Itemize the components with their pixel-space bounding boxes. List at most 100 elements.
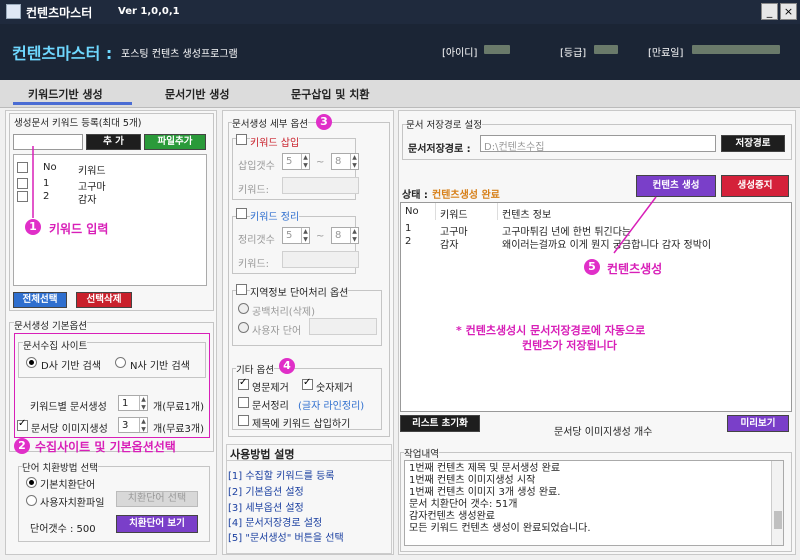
site-d-radio[interactable] [26,357,37,368]
keyword-row-checkbox[interactable] [17,191,28,202]
arrange-from-stepper[interactable]: 5 ▲ ▼ [282,227,310,244]
arrange-count-label: 정리갯수 [238,235,275,246]
close-button[interactable]: × [780,3,797,20]
delete-selected-button[interactable]: 선택삭제 [76,292,132,308]
save-path-label: 문서저장경로 : [408,144,471,155]
keyword-insert-checkbox[interactable] [236,134,247,145]
insert-keyword-input[interactable] [282,177,359,194]
annotation-number: 1 [25,219,41,235]
content-col-info: 컨텐츠 정보 [502,210,552,221]
per-keyword-unit: 개(무료1개) [153,402,204,413]
keyword-select-all-checkbox[interactable] [17,162,28,173]
site-n-radio[interactable] [115,357,126,368]
annotation-create-content: 컨텐츠생성 [607,262,663,276]
annotation-basic-options: 수집사이트 및 기본옵션선택 [35,440,176,454]
per-keyword-label: 키워드별 문서생성 [30,402,107,413]
site-d-label: D사 기반 검색 [41,361,102,372]
insert-to-stepper[interactable]: 8 ▲ ▼ [331,153,359,170]
content-row-no: 1 [405,223,412,234]
content-col-keyword: 키워드 [440,210,468,221]
save-path-title: 문서 저장경로 설정 [406,117,482,131]
content-row-info: 왜이러는걸까요 이게 뭔지 궁금합니다 감자 정박이 [502,240,712,251]
insert-tilde: ~ [316,157,325,168]
region-user-radio[interactable] [238,322,249,333]
annotation-number: 3 [316,114,332,130]
log-line: 1번째 컨텐츠 이미지 3개 생성 완료. [409,487,561,498]
keyword-arrange-checkbox[interactable] [236,208,247,219]
region-checkbox[interactable] [236,284,247,295]
create-content-button[interactable]: 컨텐츠 생성 [636,175,716,197]
content-row-no: 2 [405,236,412,247]
preview-button[interactable]: 미리보기 [727,415,789,432]
per-keyword-stepper[interactable]: 1 ▲ ▼ [118,395,148,411]
insert-from-stepper[interactable]: 5 ▲ ▼ [282,153,310,170]
keyword-list[interactable] [13,154,207,286]
title-keyword-label: 제목에 키워드 삽입하기 [252,419,351,430]
log-textarea[interactable]: 1번째 컨텐츠 제목 및 문서생성 완료 1번째 컨텐츠 이미지생성 시작 1번… [404,460,784,546]
log-title: 작업내역 [404,446,439,460]
title-keyword-checkbox[interactable] [238,415,249,426]
keyword-row-no: 1 [43,178,50,189]
image-count-unit: 개(무료3개) [153,424,204,435]
auto-save-note-1: * 컨텐츠생성시 문서저장경로에 자동으로 [456,324,646,337]
region-user-label: 사용자 단어 [252,326,302,337]
list-reset-button[interactable]: 리스트 초기화 [400,415,480,432]
add-keyword-button[interactable]: 추 가 [86,134,141,150]
file-add-button[interactable]: 파일추가 [144,134,206,150]
id-label: [아이디] [442,48,478,59]
replace-file-button[interactable]: 치환단어 선택 [116,491,198,507]
content-row-keyword: 감자 [440,240,459,251]
save-path-input[interactable]: D:\컨텐츠수집 [480,135,716,153]
insert-count-label: 삽입갯수 [238,161,275,172]
doc-arrange-checkbox[interactable] [238,397,249,408]
view-replace-words-button[interactable]: 치환단어 보기 [116,515,198,533]
keyword-input[interactable] [13,134,83,150]
content-col-no: No [405,206,419,217]
minimize-button[interactable]: _ [761,3,778,20]
region-user-input[interactable] [309,318,377,335]
howto-item: [5] "문서생성" 버튼을 선택 [228,533,344,544]
replace-group-title: 단어 치환방법 선택 [22,460,98,474]
keyword-group-title: 생성문서 키워드 등록(최대 5개) [14,115,142,129]
keyword-row-checkbox[interactable] [17,178,28,189]
log-scrollbar[interactable] [771,461,783,545]
doc-arrange-label: 문서정리 [252,401,289,412]
status-label: 상태 : [402,190,428,201]
tab-insert-replace[interactable]: 문구삽입 및 치환 [291,86,370,102]
log-line: 감자컨텐츠 생성완료 [409,511,495,522]
arrange-to-stepper[interactable]: 8 ▲ ▼ [331,227,359,244]
site-group-title: 문서수집 사이트 [23,338,88,352]
app-title: 컨텐츠마스터 [26,6,93,20]
tab-document[interactable]: 문서기반 생성 [165,86,230,102]
log-scroll-thumb[interactable] [774,511,782,529]
grade-value-masked [594,45,618,54]
doc-arrange-note: (글자 라인정리) [298,401,365,412]
stop-button[interactable]: 생성중지 [721,175,789,197]
annotation-number: 4 [279,358,295,374]
keyword-col-no: No [43,162,57,173]
auto-save-note-2: 컨텐츠가 저장됩니다 [522,339,617,352]
select-all-button[interactable]: 전체선택 [13,292,67,308]
replace-user-radio[interactable] [26,495,37,506]
annotation-arrow [32,146,34,218]
remove-number-checkbox[interactable] [302,377,313,390]
tab-keyword[interactable]: 키워드기반 생성 [28,86,103,102]
replace-basic-radio[interactable] [26,477,37,488]
keyword-arrange-label: 키워드 정리 [250,208,300,223]
save-path-button[interactable]: 저장경로 [721,135,785,152]
column-divider [435,203,436,220]
region-space-label: 공백처리(삭제) [252,307,316,318]
app-version: Ver 1,0,0,1 [118,6,180,17]
region-space-radio[interactable] [238,303,249,314]
log-lines: 1번째 컨텐츠 제목 및 문서생성 완료 1번째 컨텐츠 이미지생성 시작 1번… [409,463,769,535]
image-generate-checkbox[interactable] [17,418,28,431]
arrange-keyword-input[interactable] [282,251,359,268]
expire-label: [만료일] [648,48,684,59]
keyword-insert-label: 키워드 삽입 [250,134,300,149]
remove-english-label: 영문제거 [252,383,289,394]
image-count-stepper[interactable]: 3 ▲ ▼ [118,417,148,433]
remove-english-checkbox[interactable] [238,377,249,390]
grade-label: [등급] [560,48,587,59]
log-line: 1번째 컨텐츠 이미지생성 시작 [409,475,536,486]
replace-basic-label: 기본치환단어 [40,480,96,491]
